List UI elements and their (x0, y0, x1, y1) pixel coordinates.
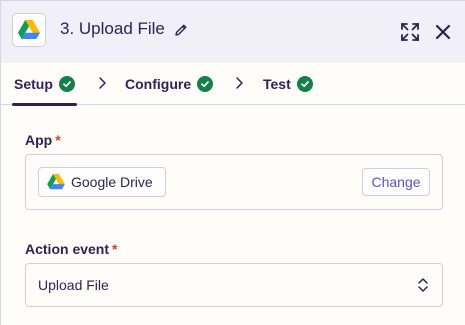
pencil-icon[interactable] (173, 22, 189, 38)
step-editor-panel: 3. Upload File Setup Configure Test App … (0, 0, 465, 325)
action-event-value: Upload File (38, 277, 109, 293)
tab-label: Configure (125, 76, 192, 92)
action-event-select[interactable]: Upload File (25, 263, 443, 307)
google-drive-icon (18, 20, 40, 39)
tab-label: Test (263, 76, 291, 92)
action-event-label-text: Action event (25, 241, 110, 257)
tab-test[interactable]: Test (263, 63, 313, 105)
selected-app-chip: Google Drive (38, 167, 166, 197)
action-event-label: Action event * (25, 241, 117, 257)
tab-label: Setup (14, 76, 53, 92)
expand-icon[interactable] (400, 22, 420, 42)
step-tabs: Setup Configure Test (1, 63, 465, 106)
tab-setup[interactable]: Setup (12, 63, 77, 106)
chevron-right-icon (236, 77, 243, 89)
app-tile (12, 13, 46, 47)
check-circle-icon (197, 76, 214, 92)
check-circle-icon (296, 76, 313, 92)
chevron-right-icon (99, 77, 106, 89)
close-icon[interactable] (434, 23, 452, 41)
google-drive-icon (47, 174, 65, 190)
required-marker: * (55, 132, 61, 148)
step-title: 3. Upload File (60, 19, 165, 38)
app-field-label: App * (25, 132, 61, 148)
selected-app-name: Google Drive (71, 174, 153, 190)
chevron-up-down-icon (418, 278, 428, 292)
change-app-button[interactable]: Change (362, 168, 430, 196)
app-label-text: App (25, 132, 53, 148)
check-circle-icon (58, 76, 75, 92)
app-field: Google Drive Change (25, 154, 443, 210)
required-marker: * (112, 241, 118, 257)
tab-configure[interactable]: Configure (125, 63, 214, 105)
step-header: 3. Upload File (1, 1, 465, 63)
